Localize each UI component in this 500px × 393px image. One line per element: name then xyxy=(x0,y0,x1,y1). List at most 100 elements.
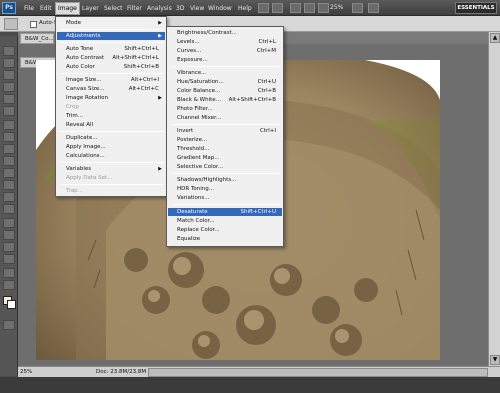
clone-stamp-tool-icon[interactable] xyxy=(3,144,15,154)
menu-item-label: Replace Color... xyxy=(177,227,220,233)
pen-tool-icon[interactable] xyxy=(3,218,15,228)
menu-item-selective-color[interactable]: Selective Color... xyxy=(168,163,282,171)
menu-item-black-white[interactable]: Black & White... Alt+Shift+Ctrl+B xyxy=(168,96,282,104)
menu-item-hdr-toning[interactable]: HDR Toning... xyxy=(168,185,282,193)
menu-item-trim[interactable]: Trim... xyxy=(57,112,165,120)
menu-item-exposure[interactable]: Exposure... xyxy=(168,56,282,64)
menu-analysis[interactable]: Analysis xyxy=(145,3,174,14)
history-brush-tool-icon[interactable] xyxy=(3,156,15,166)
marquee-tool-icon[interactable] xyxy=(3,58,15,68)
healing-brush-tool-icon[interactable] xyxy=(3,120,15,130)
zoom-tool-icon[interactable] xyxy=(304,3,315,13)
menu-item-posterize[interactable]: Posterize... xyxy=(168,136,282,144)
menu-image[interactable]: Image xyxy=(55,2,80,15)
shape-tool-icon[interactable] xyxy=(3,254,15,264)
menu-filter[interactable]: Filter xyxy=(125,3,144,14)
eyedropper-tool-icon[interactable] xyxy=(3,106,15,116)
menu-item-adjustments[interactable]: Adjustments ▶ xyxy=(57,32,165,40)
menu-item-apply-image[interactable]: Apply Image... xyxy=(57,143,165,151)
background-color-swatch[interactable] xyxy=(7,300,16,309)
menu-help[interactable]: Help xyxy=(236,3,254,14)
menu-item-canvas-size[interactable]: Canvas Size... Alt+Ctrl+C xyxy=(57,85,165,93)
menu-window[interactable]: Window xyxy=(206,3,234,14)
dodge-tool-icon[interactable] xyxy=(3,204,15,214)
scroll-up-arrow-icon[interactable]: ▲ xyxy=(490,33,500,43)
lasso-tool-icon[interactable] xyxy=(3,70,15,80)
adjustments-submenu: Brightness/Contrast... Levels... Ctrl+L C… xyxy=(166,26,284,247)
auto-select-checkbox[interactable] xyxy=(30,21,37,28)
menu-item-calculations[interactable]: Calculations... xyxy=(57,152,165,160)
launch-bridge-icon[interactable] xyxy=(258,3,269,13)
menu-item-auto-color[interactable]: Auto Color Shift+Ctrl+B xyxy=(57,63,165,71)
menu-separator xyxy=(62,184,163,185)
scroll-down-arrow-icon[interactable]: ▼ xyxy=(490,355,500,365)
blur-tool-icon[interactable] xyxy=(3,192,15,202)
menu-item-image-size[interactable]: Image Size... Alt+Ctrl+I xyxy=(57,76,165,84)
menu-item-auto-tone[interactable]: Auto Tone Shift+Ctrl+L xyxy=(57,45,165,53)
menu-item-label: Photo Filter... xyxy=(177,106,213,112)
move-tool-icon[interactable] xyxy=(3,46,15,56)
hand-tool-icon[interactable] xyxy=(290,3,301,13)
menu-item-label: Auto Tone xyxy=(66,46,94,52)
menu-item-variables[interactable]: Variables ▶ xyxy=(57,165,165,173)
menu-item-vibrance[interactable]: Vibrance... xyxy=(168,69,282,77)
menu-item-color-balance[interactable]: Color Balance... Ctrl+B xyxy=(168,87,282,95)
eraser-tool-icon[interactable] xyxy=(3,168,15,178)
brush-tool-icon[interactable] xyxy=(3,132,15,142)
workspace-switcher[interactable]: ESSENTIALS xyxy=(455,2,497,14)
menu-view[interactable]: View xyxy=(188,3,206,14)
gradient-tool-icon[interactable] xyxy=(3,180,15,190)
menu-item-photo-filter[interactable]: Photo Filter... xyxy=(168,105,282,113)
menu-item-image-rotation[interactable]: Image Rotation ▶ xyxy=(57,94,165,102)
photoshop-logo: Ps xyxy=(2,2,16,14)
menu-item-auto-contrast[interactable]: Auto Contrast Alt+Shift+Ctrl+L xyxy=(57,54,165,62)
menu-item-duplicate[interactable]: Duplicate... xyxy=(57,134,165,142)
menu-item-channel-mixer[interactable]: Channel Mixer... xyxy=(168,114,282,122)
quick-mask-icon[interactable] xyxy=(3,320,15,330)
menu-item-variations[interactable]: Variations... xyxy=(168,194,282,202)
menu-item-hue-saturation[interactable]: Hue/Saturation... Ctrl+U xyxy=(168,78,282,86)
menu-item-brightness-contrast[interactable]: Brightness/Contrast... xyxy=(168,29,282,37)
menu-item-label: Reveal All xyxy=(66,122,94,128)
move-tool-preset-icon[interactable] xyxy=(4,18,18,30)
horizontal-scrollbar[interactable] xyxy=(148,368,488,377)
menu-item-gradient-map[interactable]: Gradient Map... xyxy=(168,154,282,162)
menu-3d[interactable]: 3D xyxy=(174,3,186,14)
status-zoom[interactable]: 25% xyxy=(20,369,32,375)
menu-item-replace-color[interactable]: Replace Color... xyxy=(168,226,282,234)
menu-edit[interactable]: Edit xyxy=(38,3,54,14)
hand-tool-icon[interactable] xyxy=(3,280,15,290)
screen-mode-icon[interactable] xyxy=(368,3,379,13)
menu-item-levels[interactable]: Levels... Ctrl+L xyxy=(168,38,282,46)
menu-select[interactable]: Select xyxy=(102,3,125,14)
menu-item-shortcut: Ctrl+B xyxy=(257,88,276,94)
rotate-view-icon[interactable] xyxy=(318,3,329,13)
menu-item-mode[interactable]: Mode ▶ xyxy=(57,19,165,27)
type-tool-icon[interactable] xyxy=(3,230,15,240)
menu-item-label: Mode xyxy=(66,20,81,26)
3d-rotate-tool-icon[interactable] xyxy=(3,268,15,278)
zoom-level[interactable]: 25% xyxy=(330,4,343,11)
menu-file[interactable]: File xyxy=(22,3,36,14)
menu-item-equalize[interactable]: Equalize xyxy=(168,235,282,243)
quick-select-tool-icon[interactable] xyxy=(3,82,15,92)
crop-tool-icon[interactable] xyxy=(3,94,15,104)
menu-item-shadows-highlights[interactable]: Shadows/Highlights... xyxy=(168,176,282,184)
menu-item-label: Channel Mixer... xyxy=(177,115,222,121)
menu-item-invert[interactable]: Invert Ctrl+I xyxy=(168,127,282,135)
menu-item-label: HDR Toning... xyxy=(177,186,214,192)
menu-layer[interactable]: Layer xyxy=(80,3,101,14)
menu-item-match-color[interactable]: Match Color... xyxy=(168,217,282,225)
mini-bridge-icon[interactable] xyxy=(272,3,283,13)
menu-item-label: Exposure... xyxy=(177,57,208,63)
vertical-scrollbar[interactable]: ▲ ▼ xyxy=(488,32,500,366)
status-doc-size[interactable]: Doc: 23.8M/23.8M xyxy=(96,369,146,375)
menu-item-curves[interactable]: Curves... Ctrl+M xyxy=(168,47,282,55)
path-selection-tool-icon[interactable] xyxy=(3,242,15,252)
menu-item-desaturate[interactable]: Desaturate Shift+Ctrl+U xyxy=(168,208,282,216)
menu-item-reveal-all[interactable]: Reveal All xyxy=(57,121,165,129)
arrange-documents-icon[interactable] xyxy=(352,3,363,13)
document-tab-1[interactable]: B&W_Co... xyxy=(20,33,54,44)
menu-separator xyxy=(62,42,163,43)
menu-item-threshold[interactable]: Threshold... xyxy=(168,145,282,153)
